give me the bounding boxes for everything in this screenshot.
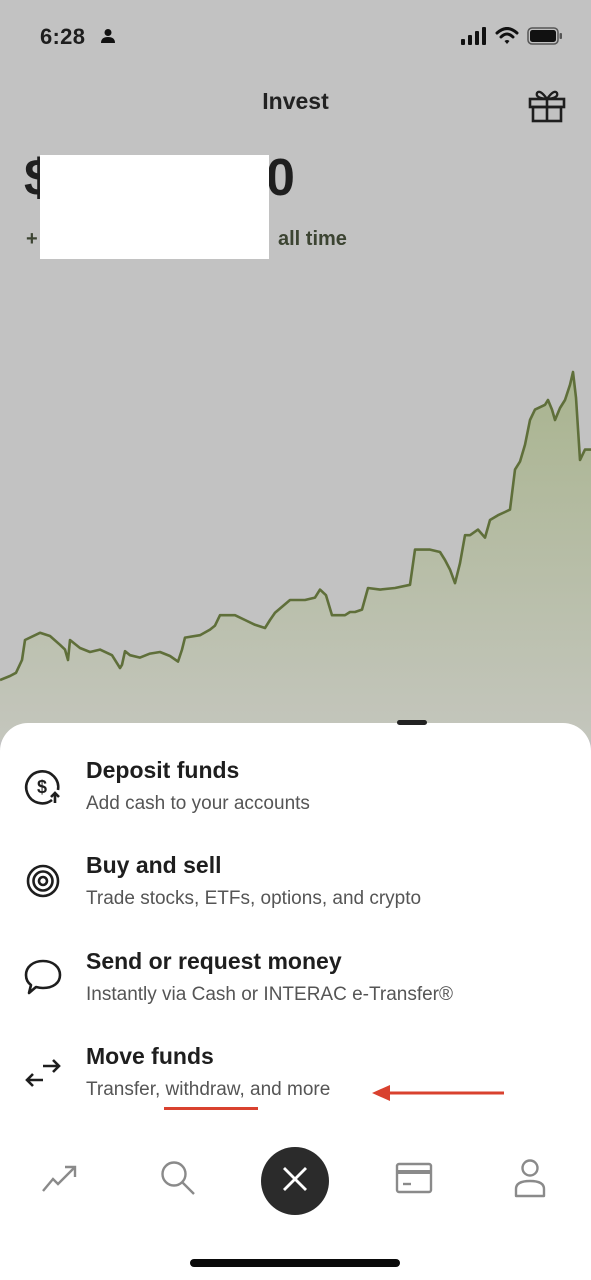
gift-button[interactable] [527, 87, 567, 128]
menu-item-subtitle: Transfer, withdraw, and more [86, 1079, 331, 1100]
menu-item-subtitle: Add cash to your accounts [86, 793, 310, 814]
balance-suffix: 0 [266, 149, 296, 207]
menu-item-move-funds[interactable]: Move funds Transfer, withdraw, and more [0, 1031, 591, 1121]
menu-item-title: Send or request money [86, 948, 342, 974]
battery-icon [527, 27, 563, 50]
search-icon [159, 1159, 197, 1202]
menu-item-title: Move funds [86, 1043, 214, 1069]
portfolio-chart[interactable] [0, 300, 591, 740]
annotation-arrow-icon [372, 1085, 504, 1101]
chart-scrub-handle [397, 720, 427, 725]
status-indicators [461, 27, 563, 50]
redaction-box [40, 155, 269, 259]
menu-item-subtitle: Trade stocks, ETFs, options, and crypto [86, 888, 422, 909]
wifi-icon [495, 27, 519, 50]
home-indicator [190, 1259, 400, 1267]
tab-profile[interactable] [500, 1140, 560, 1220]
target-icon [22, 860, 64, 902]
menu-item-title: Buy and sell [86, 852, 222, 878]
tab-invest[interactable] [30, 1140, 90, 1220]
status-time: 6:28 [40, 24, 86, 49]
person-icon [100, 28, 116, 49]
tab-search[interactable] [148, 1140, 208, 1220]
gain-prefix: + [26, 228, 38, 250]
close-actions-button[interactable] [261, 1147, 329, 1215]
gain-period: all time [278, 228, 347, 250]
menu-item-subtitle: Instantly via Cash or INTERAC e-Transfer… [86, 984, 454, 1005]
svg-text:$: $ [37, 777, 47, 797]
gift-icon [527, 90, 567, 127]
close-icon [280, 1164, 310, 1199]
menu-item-send-or-request-money[interactable]: Send or request money Instantly via Cash… [0, 936, 591, 1026]
annotation-underline [164, 1107, 258, 1110]
chat-bubble-icon [22, 956, 64, 998]
profile-icon [513, 1158, 547, 1203]
transfer-arrows-icon [22, 1053, 64, 1095]
card-icon [395, 1162, 433, 1199]
status-bar: 6:28 [0, 0, 591, 76]
trend-up-icon [41, 1163, 79, 1198]
menu-item-buy-and-sell[interactable]: Buy and sell Trade stocks, ETFs, options… [0, 840, 591, 930]
dollar-deposit-icon: $ [22, 765, 64, 807]
chart-area-fill [0, 372, 591, 740]
menu-item-deposit-funds[interactable]: $ Deposit funds Add cash to your account… [0, 745, 591, 835]
menu-item-title: Deposit funds [86, 757, 240, 783]
tab-card[interactable] [384, 1140, 444, 1220]
signal-icon [461, 27, 487, 50]
page-title: Invest [262, 88, 329, 114]
